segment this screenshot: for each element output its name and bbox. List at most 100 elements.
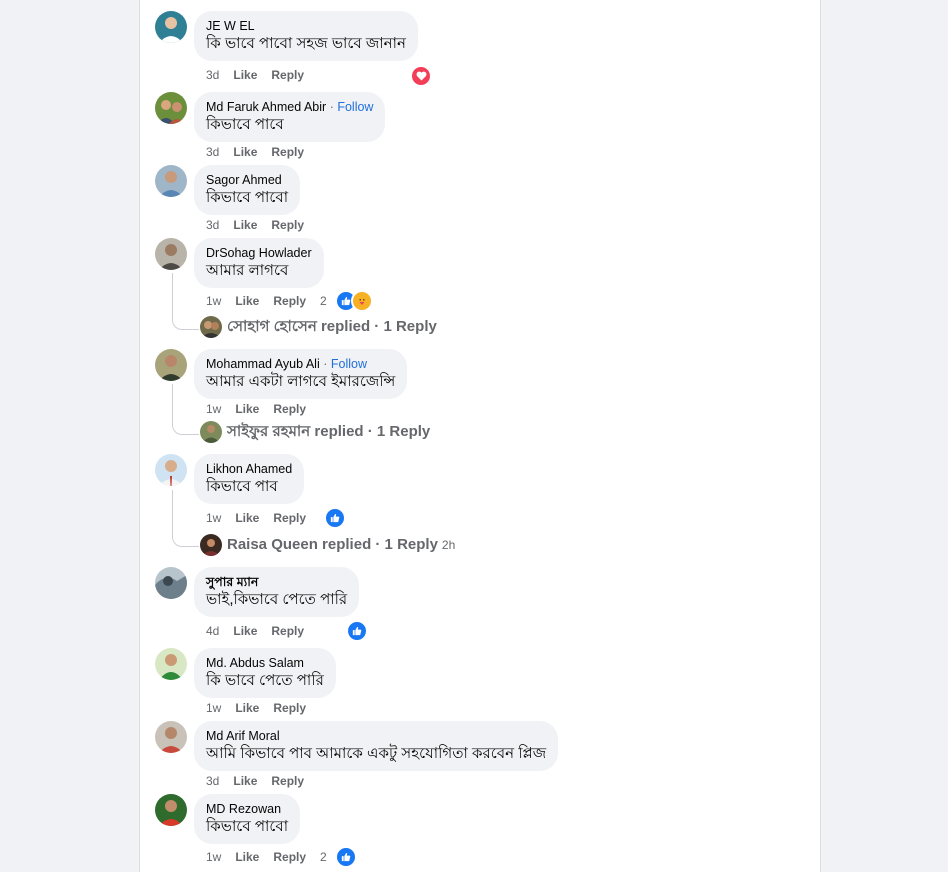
comment-actions: 3d Like Reply (206, 67, 318, 83)
care-icon[interactable] (351, 290, 373, 312)
comment-time[interactable]: 3d (206, 67, 219, 83)
comment-actions: 1w Like Reply (206, 401, 320, 417)
avatar (200, 421, 222, 444)
reply-button[interactable]: Reply (271, 67, 304, 83)
comment-author[interactable]: JE W EL (206, 19, 406, 34)
comment-text: আমার লাগবে (206, 262, 289, 279)
comment-bubble: MD Rezowan কিভাবে পাবো (194, 794, 301, 844)
comment-time[interactable]: 1w (206, 849, 221, 865)
comment-text: কি ভাবে পেতে পারি (206, 672, 324, 689)
view-replies-link[interactable]: সাইফুর রহমান replied · 1 Reply (200, 420, 430, 444)
comment-author[interactable]: Md Faruk Ahmed Abir (206, 100, 326, 114)
avatar (200, 534, 222, 557)
comment-time[interactable]: 3d (206, 144, 219, 160)
heart-icon[interactable] (410, 65, 432, 87)
comment-actions: 3d Like Reply (206, 217, 318, 233)
view-replies-link[interactable]: Raisa Queen replied · 1 Reply 2h (200, 533, 455, 557)
reply-time[interactable]: 2h (442, 538, 455, 552)
comment-actions: 3d Like Reply (206, 773, 318, 789)
avatar[interactable] (155, 11, 187, 43)
avatar[interactable] (155, 165, 187, 197)
avatar[interactable] (155, 567, 187, 599)
replier-name[interactable]: Raisa Queen (227, 536, 318, 553)
reply-button[interactable]: Reply (273, 510, 306, 526)
comment-time[interactable]: 4d (206, 623, 219, 639)
avatar[interactable] (155, 349, 187, 381)
reply-button[interactable]: Reply (271, 217, 304, 233)
comment-text: ভাই,কিভাবে পেতে পারি (206, 591, 348, 608)
like-button[interactable]: Like (235, 293, 259, 309)
comment-text: কি ভাবে পাবো সহজ ভাবে জানান (206, 35, 406, 52)
like-button[interactable]: Like (233, 144, 257, 160)
follow-link[interactable]: Follow (337, 100, 373, 114)
like-button[interactable]: Like (233, 623, 257, 639)
avatar[interactable] (155, 721, 187, 753)
reply-button[interactable]: Reply (271, 144, 304, 160)
replies-text[interactable]: replied · 1 Reply (321, 318, 437, 335)
comment-bubble: Md. Abdus Salam কি ভাবে পেতে পারি (194, 648, 336, 698)
replier-name[interactable]: সাইফুর রহমান (227, 423, 310, 440)
comment-author[interactable]: সুপার ম্যান (206, 575, 347, 590)
avatar (200, 316, 222, 339)
like-button[interactable]: Like (235, 401, 259, 417)
comments-panel: JE W EL কি ভাবে পাবো সহজ ভাবে জানান 3d Li… (139, 0, 821, 872)
replier-name[interactable]: সোহাগ হোসেন (227, 318, 317, 335)
follow-link[interactable]: Follow (331, 357, 367, 371)
comment-text: কিভাবে পাবে (206, 116, 284, 133)
comment-time[interactable]: 3d (206, 773, 219, 789)
comment-bubble: Sagor Ahmed কিভাবে পাবো (194, 165, 301, 215)
avatar[interactable] (155, 454, 187, 486)
reaction-count[interactable]: 2 (320, 293, 327, 309)
comment-author[interactable]: Mohammad Ayub Ali (206, 357, 320, 371)
like-button[interactable]: Like (233, 217, 257, 233)
comment-bubble: সুপার ম্যান ভাই,কিভাবে পেতে পারি (194, 567, 360, 617)
comment-bubble: Likhon Ahamed কিভাবে পাব (194, 454, 305, 504)
comment-text: আমার একটা লাগবে ইমারজেন্সি (206, 373, 396, 390)
comment-author[interactable]: Md. Abdus Salam (206, 656, 324, 671)
avatar[interactable] (155, 794, 187, 826)
reply-button[interactable]: Reply (273, 401, 306, 417)
comment-time[interactable]: 1w (206, 510, 221, 526)
reaction-count[interactable]: 2 (320, 849, 327, 865)
replies-text[interactable]: replied · 1 Reply (314, 423, 430, 440)
comment-bubble: DrSohag Howlader আমার লাগবে (194, 238, 324, 288)
like-button[interactable]: Like (235, 849, 259, 865)
reply-thread-line (172, 490, 199, 547)
comment-time[interactable]: 1w (206, 293, 221, 309)
view-replies-link[interactable]: সোহাগ হোসেন replied · 1 Reply (200, 315, 437, 339)
like-button[interactable]: Like (235, 510, 259, 526)
avatar[interactable] (155, 238, 187, 270)
like-button[interactable]: Like (233, 773, 257, 789)
comment-author[interactable]: Md Arif Moral (206, 729, 546, 744)
comment-author[interactable]: Sagor Ahmed (206, 173, 288, 188)
comment-author[interactable]: DrSohag Howlader (206, 246, 312, 261)
replies-text[interactable]: replied · 1 Reply (322, 536, 438, 553)
comment-actions: 1w Like Reply (206, 510, 320, 526)
reply-button[interactable]: Reply (271, 623, 304, 639)
comment-time[interactable]: 3d (206, 217, 219, 233)
reply-thread-line (172, 384, 199, 435)
avatar[interactable] (155, 648, 187, 680)
comment-time[interactable]: 1w (206, 700, 221, 716)
comment-author[interactable]: MD Rezowan (206, 802, 288, 817)
like-icon[interactable] (324, 507, 346, 529)
like-button[interactable]: Like (233, 67, 257, 83)
comment-text: কিভাবে পাব (206, 478, 278, 495)
like-button[interactable]: Like (235, 700, 259, 716)
comment-text: কিভাবে পাবো (206, 818, 289, 835)
comment-bubble: Mohammad Ayub Ali · Follow আমার একটা লাগ… (194, 349, 408, 399)
reply-button[interactable]: Reply (273, 849, 306, 865)
comment-actions: 1w Like Reply 2 (206, 849, 329, 865)
like-icon[interactable] (346, 620, 368, 642)
comment-time[interactable]: 1w (206, 401, 221, 417)
comment-bubble: Md Arif Moral আমি কিভাবে পাব আমাকে একটু … (194, 721, 559, 771)
avatar[interactable] (155, 92, 187, 124)
comment-author[interactable]: Likhon Ahamed (206, 462, 292, 477)
like-icon[interactable] (335, 846, 357, 868)
reply-button[interactable]: Reply (273, 293, 306, 309)
comment-actions: 1w Like Reply (206, 700, 320, 716)
comment-actions: 3d Like Reply (206, 144, 318, 160)
reply-button[interactable]: Reply (271, 773, 304, 789)
comment-text: আমি কিভাবে পাব আমাকে একটু সহযোগিতা করবেন… (206, 745, 547, 762)
reply-button[interactable]: Reply (273, 700, 306, 716)
